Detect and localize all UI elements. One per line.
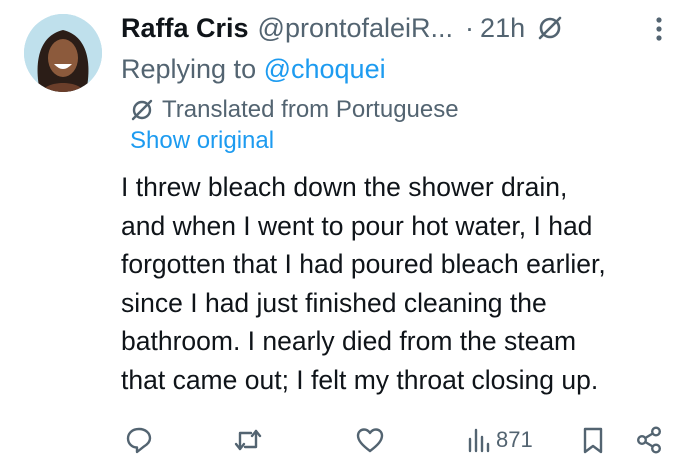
translation-notice: Translated from Portuguese (130, 93, 459, 127)
reply-mention-link[interactable]: @choquei (264, 54, 386, 84)
tweet-text-line: forgotten that I had poured bleach earli… (121, 249, 606, 279)
user-handle[interactable]: @prontofaleiR... (258, 13, 454, 44)
action-bar: 871 (0, 420, 700, 460)
show-original-link[interactable]: Show original (130, 127, 274, 155)
bookmark-button[interactable] (580, 420, 606, 460)
tweet[interactable]: Raffa Cris @prontofaleiR... · 21h Replyi… (0, 0, 700, 467)
views-count: 871 (496, 427, 533, 452)
share-icon (634, 425, 664, 455)
avatar[interactable] (24, 14, 102, 92)
timestamp[interactable]: 21h (480, 13, 525, 44)
tweet-header: Raffa Cris @prontofaleiR... · 21h (121, 8, 563, 48)
bookmark-icon (580, 425, 606, 455)
views-icon (466, 425, 492, 455)
retweet-button[interactable] (232, 420, 264, 460)
tweet-body: I threw bleach down the shower drain, an… (121, 168, 681, 399)
tweet-text-line: I threw bleach down the shower drain, (121, 172, 568, 202)
replying-prefix: Replying to (121, 54, 264, 84)
reply-button[interactable] (124, 420, 154, 460)
reply-icon (124, 425, 154, 455)
retweet-icon (232, 425, 264, 455)
translate-icon (130, 98, 154, 122)
display-name[interactable]: Raffa Cris (121, 13, 249, 44)
more-icon[interactable] (646, 14, 672, 44)
tweet-text-line: and when I went to pour hot water, I had (121, 210, 593, 241)
tweet-text-line: since I had just finished cleaning the (121, 287, 547, 318)
like-icon (355, 425, 385, 455)
replying-to: Replying to @choquei (121, 54, 386, 85)
like-button[interactable] (355, 420, 385, 460)
separator-dot: · (465, 12, 475, 43)
share-button[interactable] (634, 420, 664, 460)
views-button[interactable]: 871 (466, 420, 533, 460)
translated-label: Translated from Portuguese (162, 96, 459, 123)
tweet-text-line: bathroom. I nearly died from the steam (121, 326, 577, 356)
translate-icon (537, 15, 563, 41)
tweet-text-line: that came out; I felt my throat closing … (121, 364, 599, 395)
